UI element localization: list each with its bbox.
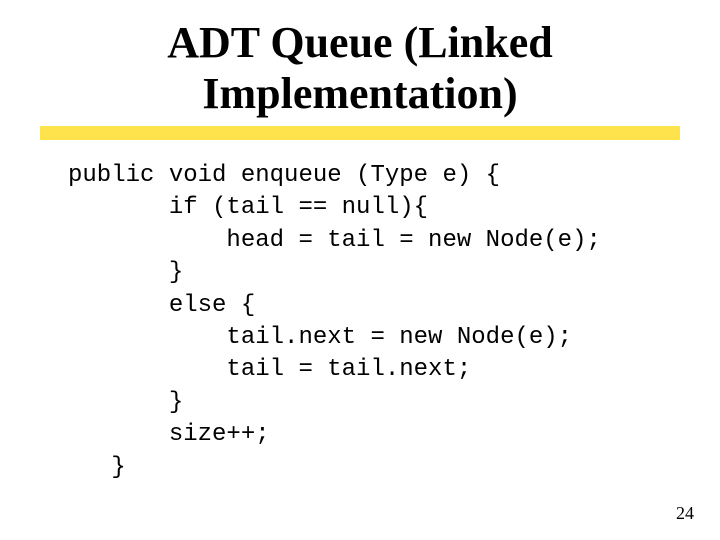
- slide: ADT Queue (Linked Implementation) public…: [0, 0, 720, 540]
- code-line-7: tail = tail.next;: [68, 356, 471, 383]
- code-line-6: tail.next = new Node(e);: [68, 324, 572, 351]
- title-line-2: Implementation): [202, 69, 517, 118]
- code-line-5: else {: [68, 292, 255, 319]
- code-line-8: }: [68, 389, 183, 416]
- code-line-10: }: [68, 454, 126, 481]
- slide-title-block: ADT Queue (Linked Implementation): [0, 18, 720, 119]
- title-line-1: ADT Queue (Linked: [167, 18, 553, 67]
- code-line-1: public void enqueue (Type e) {: [68, 162, 500, 189]
- code-line-3: head = tail = new Node(e);: [68, 227, 601, 254]
- code-line-9: size++;: [68, 421, 270, 448]
- code-block: public void enqueue (Type e) { if (tail …: [68, 160, 601, 484]
- code-line-4: }: [68, 259, 183, 286]
- page-number: 24: [676, 503, 694, 524]
- code-line-2: if (tail == null){: [68, 194, 428, 221]
- slide-title: ADT Queue (Linked Implementation): [0, 18, 720, 119]
- title-underline: [40, 126, 680, 140]
